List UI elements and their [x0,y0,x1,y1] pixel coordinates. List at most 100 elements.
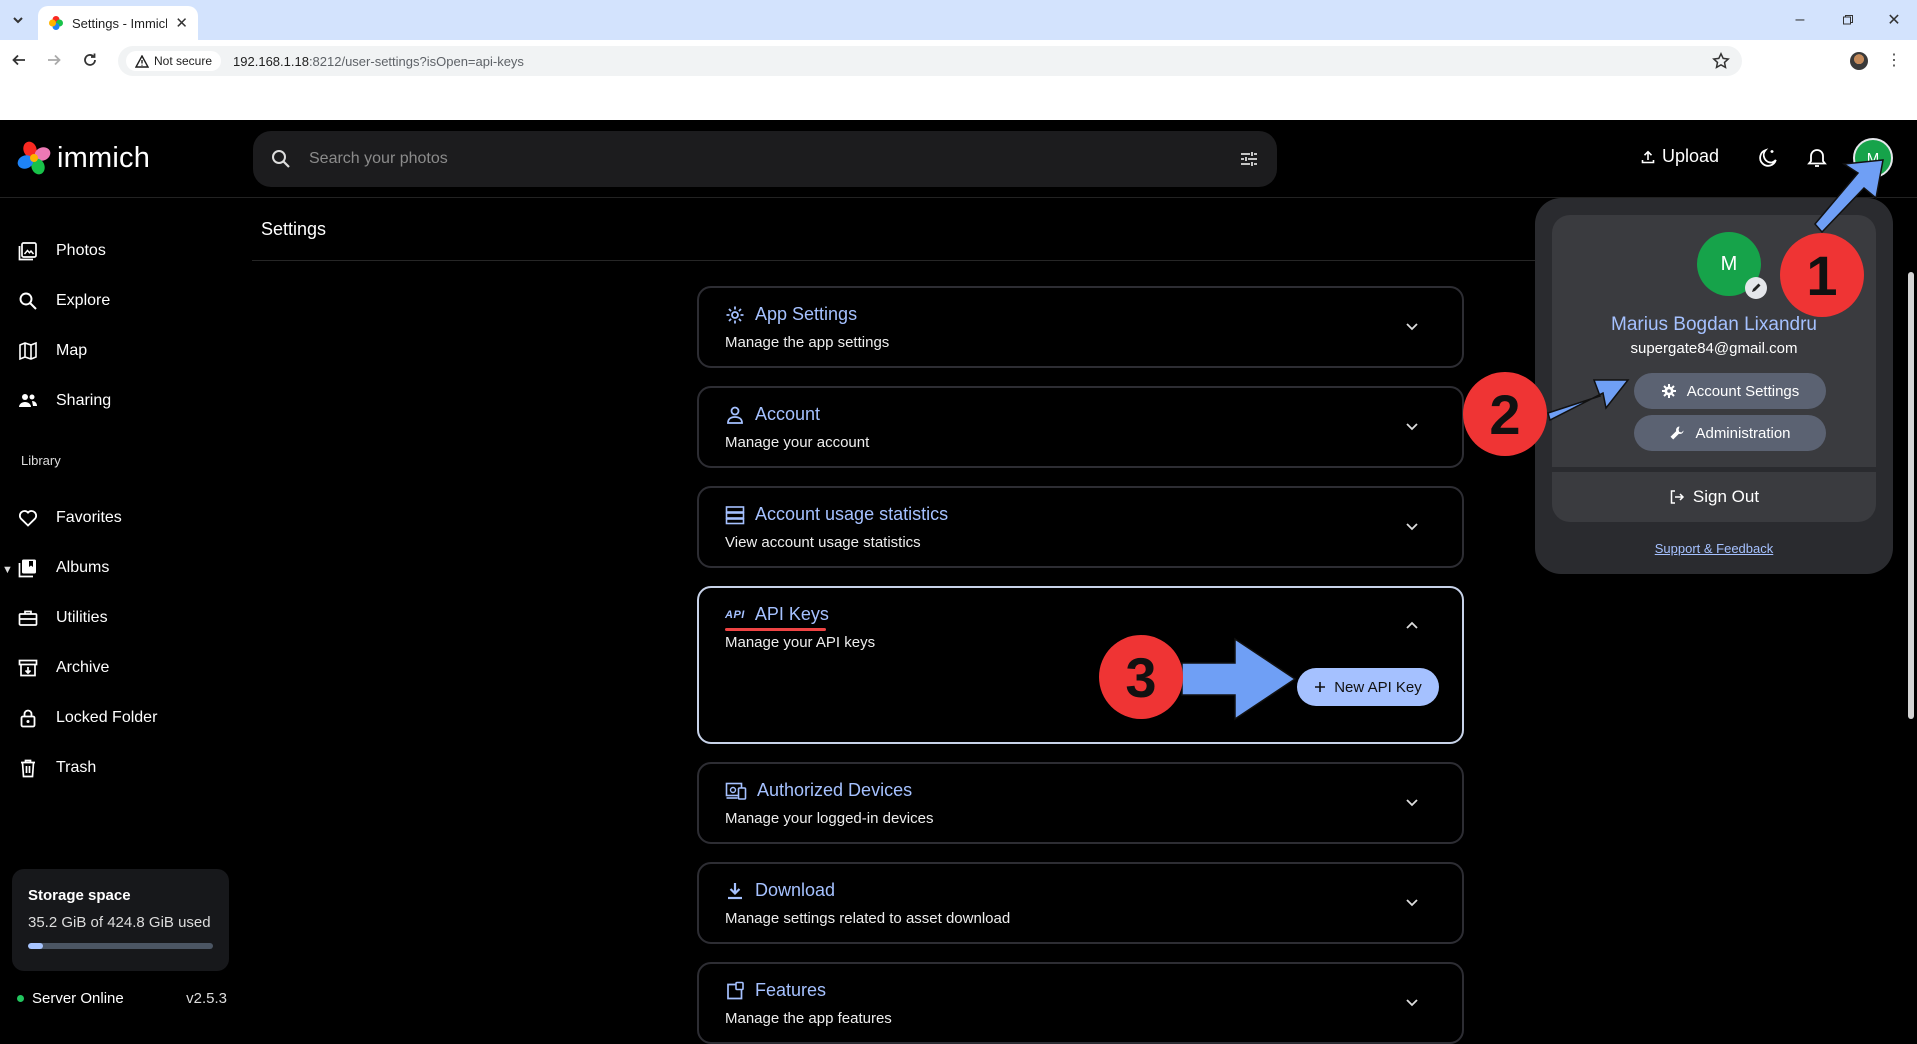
browser-menu-icon[interactable]: ⋮ [1886,50,1902,70]
app-header: immich Upload M [0,120,1917,198]
chevron-down-icon[interactable] [1404,418,1420,434]
albums-expand-chevron-icon[interactable]: ▼ [2,564,13,576]
section-account[interactable]: Account Manage your account [697,386,1464,468]
immich-favicon-icon [49,16,63,30]
close-window-button[interactable]: ✕ [1879,8,1909,32]
sidebar-item-label: Photos [56,242,106,259]
pencil-icon [1752,283,1761,292]
chevron-down-icon[interactable] [1404,894,1420,910]
lock-icon [20,709,36,728]
search-input[interactable] [309,150,1221,168]
account-multiple-icon [19,394,37,407]
bookmark-star-icon[interactable] [1712,52,1730,70]
upload-button[interactable]: Upload [1640,146,1719,167]
sidebar-item-utilities[interactable]: Utilities [18,608,108,628]
storage-used-text: 35.2 GiB of 424.8 GiB used [28,914,211,931]
section-description: View account usage statistics [725,534,921,551]
sign-out-button[interactable]: Sign Out [1552,472,1876,522]
sidebar-item-locked-folder[interactable]: Locked Folder [18,708,157,728]
section-app-settings[interactable]: App Settings Manage the app settings [697,286,1464,368]
not-secure-label: Not secure [154,54,213,68]
account-settings-button[interactable]: Account Settings [1634,373,1826,409]
chevron-up-icon[interactable] [1404,618,1420,634]
sidebar-item-albums[interactable]: Albums [18,558,109,578]
album-icon [18,559,36,578]
sidebar-item-label: Archive [56,659,110,676]
upload-label: Upload [1662,146,1720,166]
search-icon [272,150,290,168]
warning-icon [135,54,149,68]
support-feedback-link[interactable]: Support & Feedback [1535,541,1893,556]
section-title: Authorized Devices [757,780,913,800]
tab-search-button[interactable] [6,8,30,32]
sidebar-item-label: Albums [56,559,110,576]
search-filter-icon[interactable] [1239,149,1259,169]
section-authorized-devices[interactable]: Authorized Devices Manage your logged-in… [697,762,1464,844]
magnify-icon [19,292,37,310]
notification-bell-icon[interactable] [1806,147,1828,169]
section-title: Download [755,880,836,900]
section-header: App Settings [725,304,857,325]
sidebar-item-photos[interactable]: Photos [18,241,106,261]
server-online-dot [17,995,24,1002]
security-chip[interactable]: Not secure [126,51,222,71]
forward-button[interactable] [42,48,66,72]
wrench-icon [1670,426,1684,440]
new-api-key-button[interactable]: New API Key [1297,668,1439,706]
sidebar-item-explore[interactable]: Explore [18,291,110,311]
sidebar-item-archive[interactable]: Archive [18,658,109,678]
logout-icon [1670,490,1684,504]
arrow-left-icon [12,54,25,66]
section-description: Manage your account [725,434,870,451]
section-download[interactable]: Download Manage settings related to asse… [697,862,1464,944]
user-avatar-button[interactable]: M [1853,138,1893,178]
new-api-key-label: New API Key [1334,678,1422,696]
restore-button[interactable] [1833,8,1863,32]
section-api-keys[interactable]: API API Keys Manage your API keys New AP… [697,586,1464,744]
sidebar-item-label: Map [56,342,88,359]
immich-logo[interactable]: immich [17,141,150,175]
edit-avatar-button[interactable] [1745,277,1767,299]
back-button[interactable] [7,48,31,72]
sidebar-item-sharing[interactable]: Sharing [18,391,111,411]
administration-button[interactable]: Administration [1634,415,1826,451]
browser-toolbar-spacer [0,80,1917,120]
server-version[interactable]: v2.5.3 [186,990,227,1007]
chevron-down-icon[interactable] [1404,318,1420,334]
tab-close-icon[interactable]: ✕ [175,14,188,32]
server-status-label: Server Online [32,990,124,1007]
sidebar-item-label: Locked Folder [56,709,158,726]
minimize-button[interactable]: – [1785,8,1815,32]
reload-button[interactable] [78,48,102,72]
account-outline-icon [727,406,743,424]
scrollbar-thumb[interactable] [1908,272,1914,719]
search-bar[interactable] [253,131,1277,187]
features-icon [727,981,744,999]
chevron-down-icon[interactable] [1404,518,1420,534]
section-account-usage[interactable]: Account usage statistics View account us… [697,486,1464,568]
section-title: Account [755,404,821,424]
section-title: API Keys [754,604,829,624]
browser-profile-icon[interactable] [1850,52,1868,70]
step-badge-1: 1 [1780,233,1864,317]
browser-address-bar: Not secure 192.168.1.18:8212/user-settin… [0,40,1917,80]
sidebar-item-map[interactable]: Map [18,341,87,361]
storage-title: Storage space [28,887,131,904]
storage-progress-fill [28,943,44,949]
chevron-down-icon[interactable] [1404,994,1420,1010]
api-icon: API [725,608,745,621]
browser-tab-bar: Settings - Immich ✕ – ✕ [0,0,1917,40]
theme-toggle-icon[interactable] [1757,147,1779,169]
section-title: Features [755,980,827,1000]
chevron-down-icon[interactable] [1404,794,1420,810]
section-features[interactable]: Features Manage the app features [697,962,1464,1044]
toolbox-icon [18,610,38,626]
sidebar-item-trash[interactable]: Trash [18,758,96,778]
sidebar-item-favorites[interactable]: Favorites [18,508,122,528]
url-bar[interactable]: Not secure 192.168.1.18:8212/user-settin… [118,46,1742,76]
logo-text: immich [57,141,151,174]
sidebar-item-label: Utilities [56,609,108,626]
section-header: Download [725,880,835,901]
trash-icon [21,759,35,778]
browser-tab[interactable]: Settings - Immich ✕ [38,6,198,40]
